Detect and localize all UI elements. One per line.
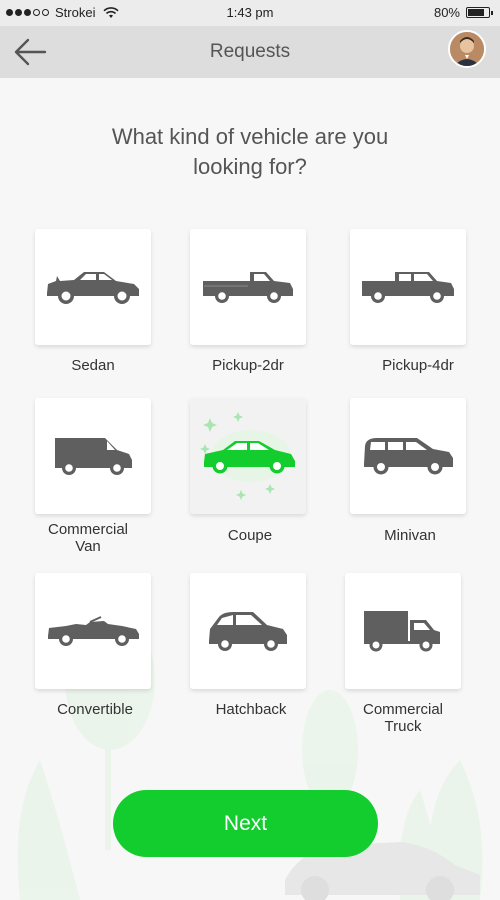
status-bar: Strokei 1:43 pm 80% (0, 0, 500, 26)
vehicle-card-minivan[interactable] (350, 398, 466, 514)
vehicle-label-pickup-2dr: Pickup-2dr (212, 357, 284, 374)
sedan-icon (47, 272, 139, 304)
battery-percent: 80% (433, 5, 460, 20)
vehicle-card-hatchback[interactable] (190, 573, 306, 689)
question-line-1: What kind of vehicle are you (111, 124, 389, 149)
commercial-truck-icon (364, 611, 440, 652)
pickup-4dr-icon (362, 272, 454, 303)
vehicle-label-line: Commercial (47, 521, 128, 538)
coupe-icon (200, 412, 295, 500)
vehicle-label-line: Van (75, 538, 101, 555)
convertible-icon (48, 616, 139, 646)
vehicle-label-line: Truck (384, 718, 422, 735)
vehicle-card-commercial-van[interactable] (35, 398, 151, 514)
vehicle-label-commercial-van: Commercial Van (13, 521, 163, 555)
battery-icon (466, 7, 493, 18)
vehicle-label-commercial-truck: Commercial Truck (328, 701, 478, 735)
vehicle-card-sedan[interactable] (35, 229, 151, 345)
vehicle-card-convertible[interactable] (35, 573, 151, 689)
app-header: Requests (0, 26, 500, 78)
vehicle-label-convertible: Convertible (57, 701, 133, 718)
vehicle-card-pickup-4dr[interactable] (350, 229, 466, 345)
commercial-van-icon (55, 438, 132, 475)
vehicle-card-commercial-truck[interactable] (345, 573, 461, 689)
question-line-2: looking for? (193, 154, 307, 179)
next-button-label: Next (223, 811, 268, 835)
hatchback-icon (209, 612, 287, 651)
next-button[interactable]: Next (113, 790, 378, 857)
vehicle-card-coupe[interactable] (190, 398, 306, 514)
status-time: 1:43 pm (226, 5, 274, 20)
vehicle-label-pickup-4dr: Pickup-4dr (382, 357, 454, 374)
vehicle-label-minivan: Minivan (384, 527, 436, 544)
status-right: 80% (433, 5, 493, 20)
vehicle-label-coupe: Coupe (227, 527, 273, 544)
vehicle-label-line: Commercial (362, 701, 443, 718)
minivan-icon (364, 438, 453, 475)
avatar[interactable] (448, 30, 486, 68)
vehicle-label-hatchback: Hatchback (215, 701, 287, 718)
vehicle-label-sedan: Sedan (71, 357, 115, 374)
page-title: Requests (209, 41, 291, 62)
question-heading: What kind of vehicle are you looking for… (60, 122, 440, 182)
vehicle-card-pickup-2dr[interactable] (190, 229, 306, 345)
pickup-2dr-icon (203, 272, 293, 303)
user-avatar-icon (450, 32, 484, 66)
